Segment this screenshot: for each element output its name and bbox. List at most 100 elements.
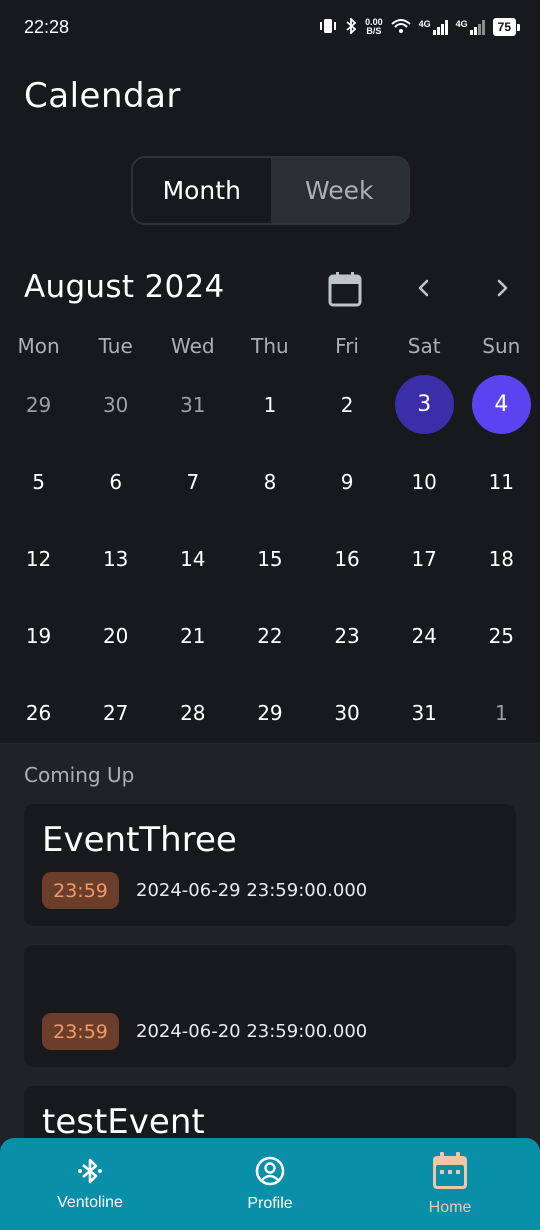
- day-number: 10: [411, 469, 437, 494]
- calendar-grid: 29 30 31 1 2 3 4 5 6 7 8 9 10 11 12 13 1…: [0, 366, 540, 752]
- calendar-day[interactable]: 11: [463, 443, 540, 520]
- calendar-day[interactable]: 27: [77, 675, 154, 752]
- event-time-chip: 23:59: [42, 1013, 119, 1050]
- calendar-day[interactable]: 8: [231, 443, 308, 520]
- nav-item-ventoline[interactable]: Ventoline: [0, 1138, 180, 1230]
- bottom-navigation: Ventoline Profile Home: [0, 1138, 540, 1230]
- calendar-day[interactable]: 1: [231, 366, 308, 443]
- network-label-1: 4G: [418, 19, 431, 29]
- calendar-day[interactable]: 20: [77, 598, 154, 675]
- day-number: 15: [257, 546, 283, 571]
- calendar-day[interactable]: 30: [77, 366, 154, 443]
- day-number: 22: [257, 624, 283, 649]
- day-number: 30: [334, 701, 360, 726]
- calendar-day[interactable]: 24: [386, 598, 463, 675]
- calendar-day[interactable]: 14: [154, 520, 231, 597]
- day-number: 6: [109, 469, 123, 494]
- day-number: 16: [334, 546, 360, 571]
- day-number: 13: [102, 546, 129, 571]
- day-number: 5: [32, 469, 45, 494]
- event-card[interactable]: 23:59 2024-06-20 23:59:00.000: [24, 945, 516, 1067]
- event-card[interactable]: EventThree 23:59 2024-06-29 23:59:00.000: [24, 804, 516, 926]
- calendar-day[interactable]: 28: [154, 675, 231, 752]
- vibrate-icon: [319, 18, 337, 37]
- nav-label: Ventoline: [57, 1194, 123, 1211]
- calendar-day[interactable]: 29: [231, 675, 308, 752]
- day-number: 20: [102, 624, 129, 649]
- calendar-day[interactable]: 9: [309, 443, 386, 520]
- day-number: 31: [411, 701, 437, 726]
- calendar-day[interactable]: 16: [309, 520, 386, 597]
- calendar-day-selected[interactable]: 3: [386, 366, 463, 443]
- day-number: 25: [488, 624, 515, 649]
- calendar-week: 5 6 7 8 9 10 11: [0, 443, 540, 520]
- network-label-2: 4G: [455, 19, 468, 29]
- weekday-label: Thu: [251, 334, 289, 358]
- week-view-button[interactable]: Week: [270, 158, 408, 223]
- net-speed-unit: B/S: [366, 26, 382, 36]
- nav-item-profile[interactable]: Profile: [180, 1138, 360, 1230]
- day-number: 28: [180, 701, 206, 726]
- day-number: 1: [494, 701, 508, 726]
- calendar-day[interactable]: 31: [386, 675, 463, 752]
- day-number: 17: [411, 546, 437, 571]
- calendar-day[interactable]: 18: [463, 520, 540, 597]
- day-number: 3: [394, 375, 454, 435]
- nav-item-home[interactable]: Home: [360, 1138, 540, 1230]
- calendar-day[interactable]: 22: [231, 598, 308, 675]
- day-number: 9: [340, 469, 354, 494]
- calendar-day[interactable]: 26: [0, 675, 77, 752]
- weekday-label: Tue: [98, 334, 133, 358]
- day-number: 31: [180, 392, 206, 417]
- month-label: August 2024: [24, 269, 225, 305]
- previous-month-button[interactable]: [410, 274, 438, 302]
- calendar-day[interactable]: 6: [77, 443, 154, 520]
- calendar-day[interactable]: 5: [0, 443, 77, 520]
- calendar-day[interactable]: 12: [0, 520, 77, 597]
- calendar-week: 19 20 21 22 23 24 25: [0, 598, 540, 675]
- next-month-button[interactable]: [488, 274, 516, 302]
- view-toggle: Month Week: [131, 156, 410, 225]
- profile-icon: [254, 1155, 286, 1191]
- calendar-week: 29 30 31 1 2 3 4: [0, 366, 540, 443]
- calendar-day[interactable]: 23: [309, 598, 386, 675]
- calendar-day[interactable]: 29: [0, 366, 77, 443]
- calendar-day[interactable]: 2: [309, 366, 386, 443]
- calendar-day-today[interactable]: 4: [463, 366, 540, 443]
- day-number: 21: [180, 624, 206, 649]
- calendar-day[interactable]: 25: [463, 598, 540, 675]
- page-title: Calendar: [24, 76, 181, 116]
- day-number: 4: [471, 375, 531, 435]
- signal-2: 4G: [456, 19, 485, 35]
- calendar-day[interactable]: 1: [463, 675, 540, 752]
- month-view-button[interactable]: Month: [133, 158, 271, 223]
- event-title: EventThree: [42, 820, 237, 860]
- calendar-day[interactable]: 31: [154, 366, 231, 443]
- day-number: 29: [25, 392, 52, 417]
- bluetooth-status-icon: [345, 16, 357, 37]
- weekday-label: Wed: [171, 334, 215, 358]
- day-number: 19: [25, 624, 52, 649]
- day-number: 11: [488, 469, 515, 494]
- chevron-right-icon: [497, 279, 508, 297]
- calendar-day[interactable]: 7: [154, 443, 231, 520]
- calendar-day[interactable]: 17: [386, 520, 463, 597]
- calendar-picker-icon[interactable]: [328, 271, 362, 307]
- day-number: 2: [340, 392, 354, 417]
- calendar-day[interactable]: 13: [77, 520, 154, 597]
- weekday-label: Sat: [407, 334, 441, 358]
- day-number: 7: [186, 469, 200, 494]
- signal-bars-icon: [469, 19, 485, 35]
- chevron-left-icon: [418, 279, 429, 297]
- calendar-day[interactable]: 10: [386, 443, 463, 520]
- weekday-label: Mon: [17, 334, 60, 358]
- signal-bars-icon: [432, 19, 448, 35]
- calendar-day[interactable]: 30: [309, 675, 386, 752]
- calendar-day[interactable]: 21: [154, 598, 231, 675]
- day-number: 12: [25, 546, 52, 571]
- status-time: 22:28: [24, 16, 70, 37]
- day-number: 8: [263, 469, 277, 494]
- calendar-day[interactable]: 19: [0, 598, 77, 675]
- battery-level: 75: [497, 20, 511, 34]
- calendar-day[interactable]: 15: [231, 520, 308, 597]
